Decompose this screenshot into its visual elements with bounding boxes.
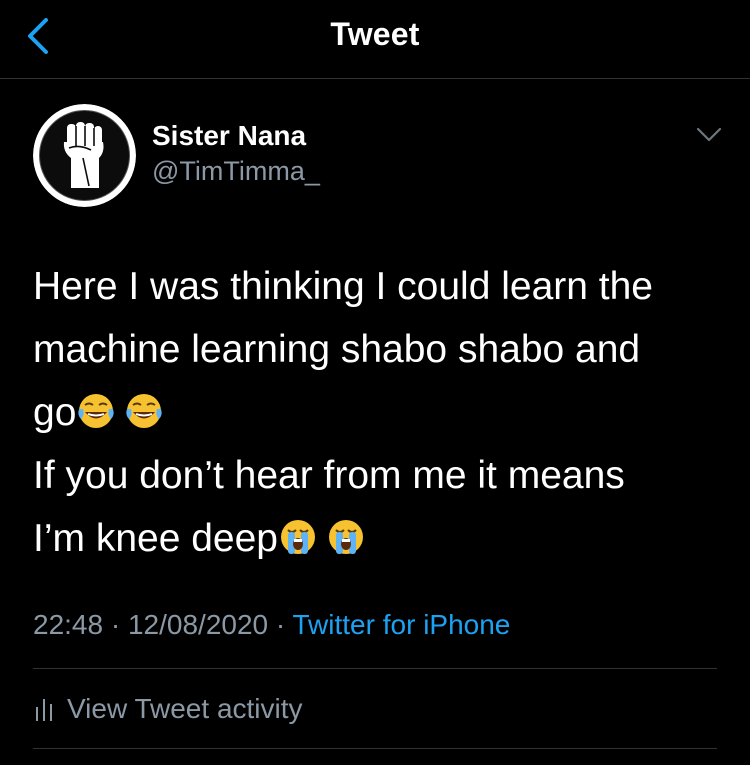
page-title: Tweet bbox=[330, 16, 420, 52]
tweet-body: Here I was thinking I could learn the ma… bbox=[33, 255, 723, 570]
tweet-line: I’m knee deep bbox=[33, 507, 723, 570]
author-display-name[interactable]: Sister Nana bbox=[152, 120, 306, 152]
top-nav-bar: Tweet bbox=[0, 0, 750, 79]
tweet-line-text: I’m knee deep bbox=[33, 517, 278, 560]
loudly-crying-face-icon bbox=[329, 520, 363, 554]
loudly-crying-face-icon bbox=[281, 520, 315, 554]
divider bbox=[33, 748, 717, 749]
tweet-line: go bbox=[33, 381, 723, 444]
tweet-date: 12/08/2020 bbox=[127, 609, 269, 640]
tweet-line-text: go bbox=[33, 391, 77, 434]
tweet-meta: 22:48 · 12/08/2020 · Twitter for iPhone bbox=[33, 609, 510, 641]
raised-fist-avatar-icon bbox=[33, 104, 136, 207]
chevron-down-icon bbox=[696, 127, 722, 142]
view-tweet-activity-button[interactable]: View Tweet activity bbox=[33, 689, 303, 729]
tweet-line: Here I was thinking I could learn the bbox=[33, 265, 654, 308]
tweet-line: machine learning shabo shabo and bbox=[33, 328, 641, 371]
meta-separator: · bbox=[103, 609, 128, 640]
tweet-source-link[interactable]: Twitter for iPhone bbox=[293, 609, 511, 640]
meta-separator: · bbox=[268, 609, 293, 640]
author-handle[interactable]: @TimTimma_ bbox=[152, 156, 320, 187]
face-with-tears-of-joy-icon bbox=[78, 394, 115, 428]
divider bbox=[33, 668, 717, 669]
face-with-tears-of-joy-icon bbox=[126, 394, 163, 428]
view-tweet-activity-label: View Tweet activity bbox=[67, 693, 303, 724]
tweet-line: If you don’t hear from me it means bbox=[33, 454, 625, 497]
more-options-button[interactable] bbox=[690, 120, 728, 150]
avatar[interactable] bbox=[33, 104, 136, 207]
bar-chart-icon bbox=[36, 699, 52, 721]
tweet-time: 22:48 bbox=[33, 609, 104, 640]
